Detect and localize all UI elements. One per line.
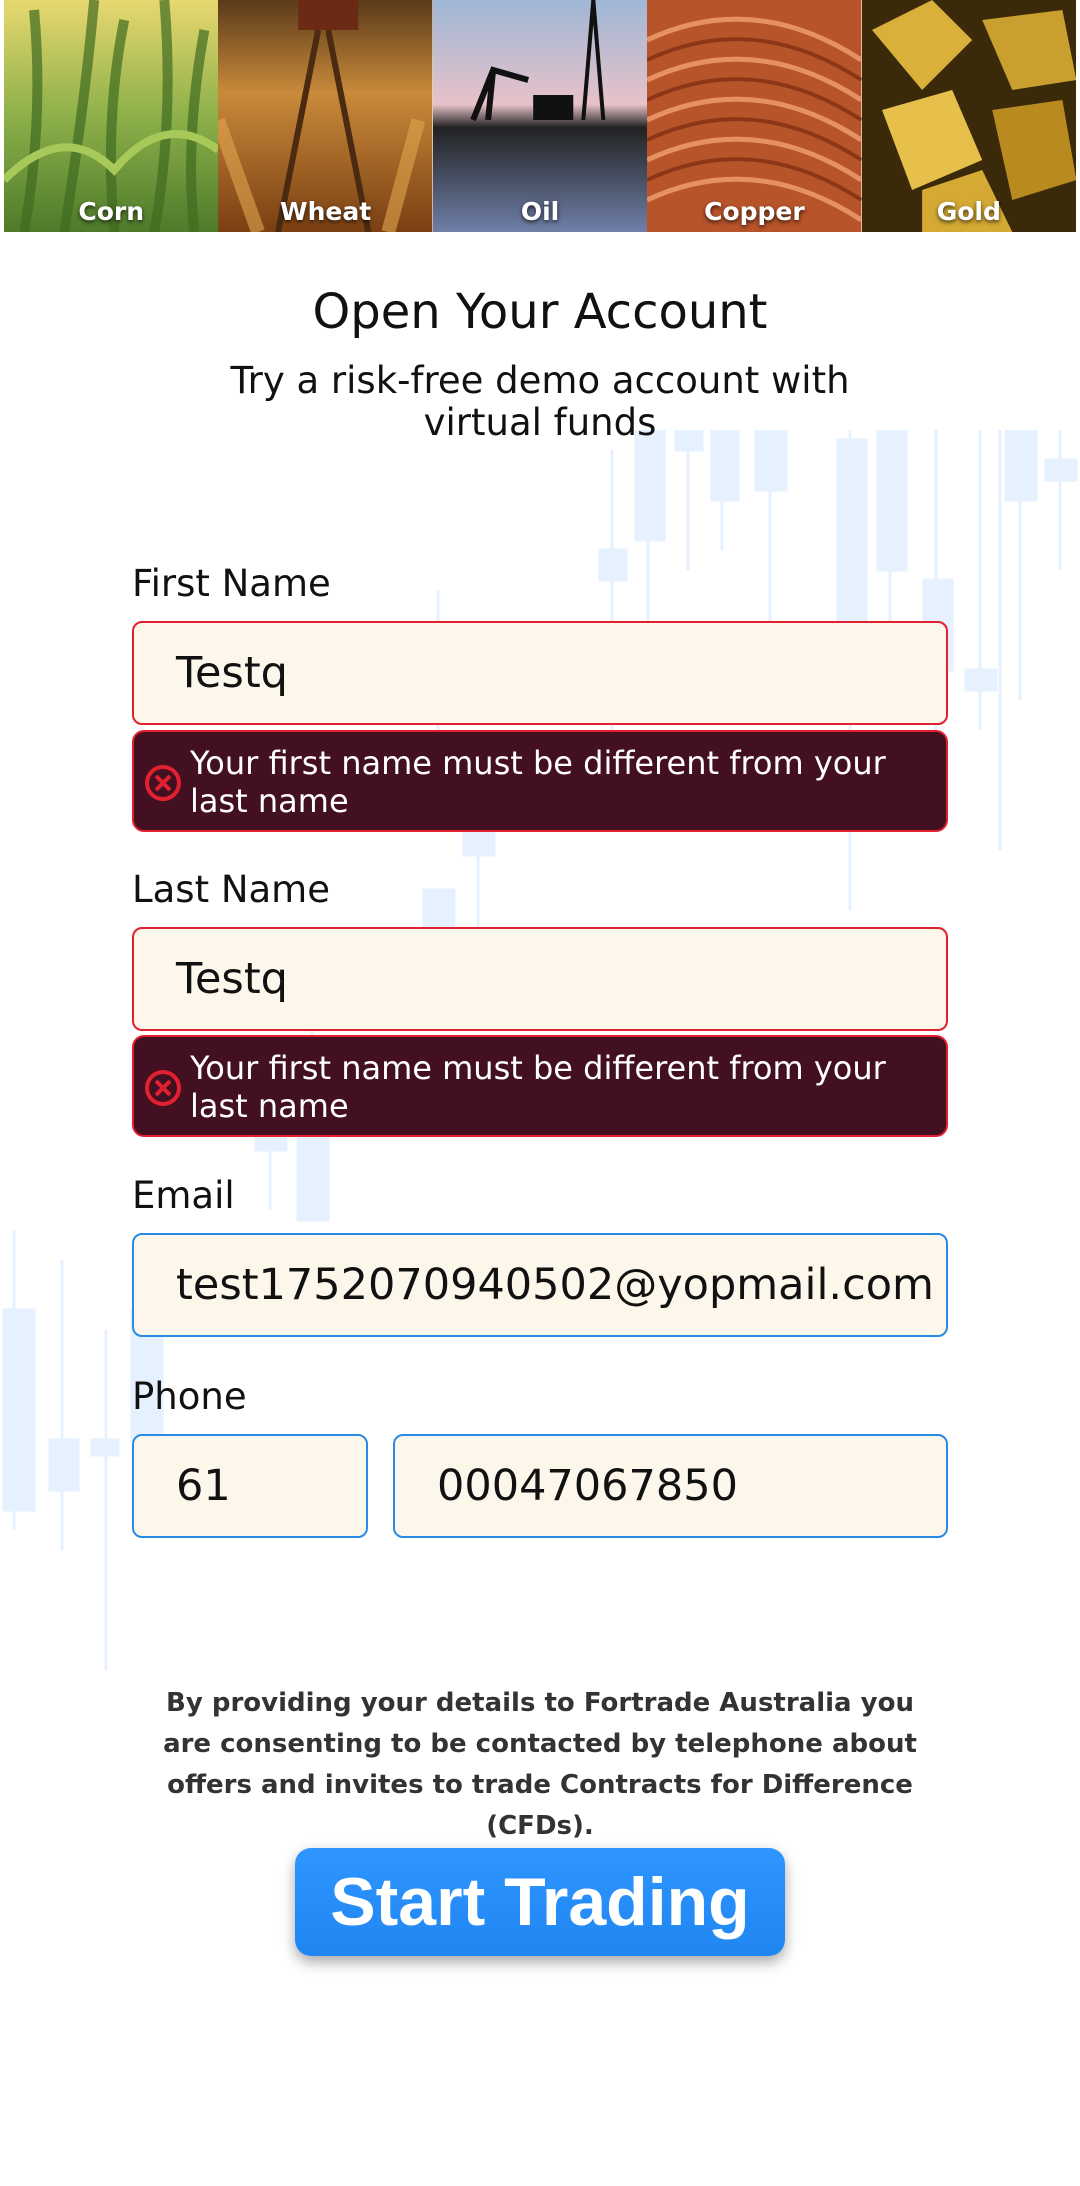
last-name-value: Testq	[176, 954, 288, 1004]
start-trading-button[interactable]: Start Trading	[295, 1848, 785, 1956]
phone-number-value: 00047067850	[437, 1461, 738, 1511]
consent-disclaimer: By providing your details to Fortrade Au…	[163, 1688, 917, 1841]
first-name-field[interactable]: Testq	[132, 621, 948, 725]
tile-label-corn: Corn	[78, 197, 145, 226]
tile-label-oil: Oil	[520, 197, 560, 226]
phone-label: Phone	[132, 1375, 247, 1418]
first-name-error-text: Your first name must be different from y…	[190, 744, 886, 820]
last-name-field[interactable]: Testq	[132, 927, 948, 1031]
tile-oil: Oil	[432, 0, 648, 232]
page-title: Open Your Account	[312, 284, 768, 340]
last-name-error: Your first name must be different from y…	[132, 1035, 948, 1137]
last-name-error-text: Your first name must be different from y…	[190, 1049, 886, 1125]
start-trading-label: Start Trading	[330, 1864, 750, 1940]
tile-label-copper: Copper	[704, 197, 805, 226]
tile-label-wheat: Wheat	[280, 197, 372, 226]
email-label: Email	[132, 1174, 235, 1217]
first-name-value: Testq	[176, 648, 288, 698]
error-icon	[145, 765, 181, 801]
phone-country-code-field[interactable]: 61	[132, 1434, 368, 1538]
phone-number-field[interactable]: 00047067850	[393, 1434, 948, 1538]
commodity-banner: Corn Wheat Oil Copper Gold	[4, 0, 1077, 232]
first-name-error: Your first name must be different from y…	[132, 730, 948, 832]
tile-wheat: Wheat	[218, 0, 433, 232]
tile-copper: Copper	[647, 0, 862, 232]
tile-gold: Gold	[861, 0, 1077, 232]
email-field[interactable]: test1752070940502@yopmail.com	[132, 1233, 948, 1337]
first-name-label: First Name	[132, 562, 331, 605]
last-name-label: Last Name	[132, 868, 330, 911]
tile-corn: Corn	[4, 0, 219, 232]
email-value: test1752070940502@yopmail.com	[176, 1260, 934, 1310]
phone-country-code-value: 61	[176, 1461, 231, 1511]
page-subtitle: Try a risk-free demo account with virtua…	[230, 359, 850, 444]
error-icon	[145, 1070, 181, 1106]
tile-label-gold: Gold	[936, 197, 1001, 226]
